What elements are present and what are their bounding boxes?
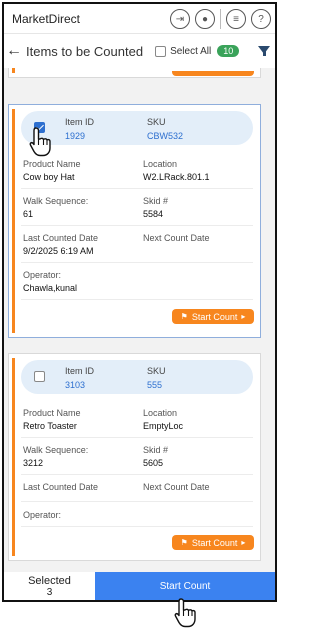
divider [21, 474, 253, 475]
sku-label: SKU [147, 117, 166, 127]
chevron-right-icon: ▸ [241, 312, 246, 321]
play-icon: ⚑ [180, 312, 188, 321]
walk-sequence-value: 3212 [23, 458, 44, 468]
page-title: Items to be Counted [26, 43, 144, 59]
next-count-label: Next Count Date [143, 233, 210, 243]
location-value: W2.LRack.801.1 [143, 172, 210, 182]
card-accent [12, 109, 15, 333]
select-all[interactable]: Select All 10 [155, 45, 240, 57]
item-count-badge: 10 [217, 45, 240, 57]
chevron-right-icon: ▸ [241, 538, 246, 547]
sku-label: SKU [147, 366, 166, 376]
next-count-label: Next Count Date [143, 482, 210, 492]
back-arrow-icon[interactable]: ← [6, 43, 22, 59]
start-count-main-button[interactable]: Start Count [95, 572, 275, 600]
start-count-button[interactable]: ⚑ Start Count ▸ [172, 309, 254, 324]
divider [21, 188, 253, 189]
walk-sequence-label: Walk Sequence: [23, 445, 89, 455]
bottom-action-bar: Selected 3 Start Count [4, 572, 275, 600]
start-count-button[interactable]: ⚑ Start Count ▸ [172, 535, 254, 550]
start-count-button-partial[interactable] [172, 71, 254, 76]
card-header: Item ID 1929 SKU CBW532 [21, 111, 253, 145]
operator-value: Chawla,kunal [23, 283, 78, 293]
item-id-label: Item ID [65, 366, 95, 376]
list-card-partial [8, 68, 261, 78]
divider [21, 225, 253, 226]
sign-in-icon[interactable]: ⇥ [170, 9, 190, 29]
skid-label: Skid # [143, 196, 169, 206]
divider [21, 437, 253, 438]
item-id-value: 1929 [65, 131, 86, 141]
page-header: ← Items to be Counted Select All 10 [4, 35, 275, 67]
select-all-checkbox[interactable] [155, 45, 167, 57]
start-count-label: Start Count [191, 311, 238, 322]
help-icon[interactable]: ? [251, 9, 271, 29]
card-header: Item ID 3103 SKU 555 [21, 360, 253, 394]
sku-value: CBW532 [147, 131, 184, 141]
skid-label: Skid # [143, 445, 169, 455]
selected-summary: Selected 3 [4, 572, 95, 600]
app-window: MarketDirect ⇥ ● ≡ ? ← Items to be Count… [2, 2, 277, 602]
product-name-label: Product Name [23, 159, 81, 169]
skid-value: 5605 [143, 458, 164, 468]
location-label: Location [143, 408, 178, 418]
divider [21, 262, 253, 263]
start-count-label: Start Count [191, 537, 238, 548]
divider [21, 501, 253, 502]
card-accent [12, 68, 15, 73]
list-card[interactable]: Item ID 3103 SKU 555 Product Name Retro … [8, 353, 261, 561]
product-name-value: Retro Toaster [23, 421, 77, 431]
hand-cursor-icon [174, 598, 196, 628]
item-id-value: 3103 [65, 380, 86, 390]
last-counted-value: 9/2/2025 6:19 AM [23, 246, 94, 256]
divider [21, 526, 253, 527]
selected-label: Selected [28, 575, 71, 587]
walk-sequence-value: 61 [23, 209, 34, 219]
skid-value: 5584 [143, 209, 164, 219]
app-bar-actions: ⇥ ● ≡ ? [170, 9, 271, 29]
last-counted-label: Last Counted Date [23, 482, 99, 492]
location-value: EmptyLoc [143, 421, 184, 431]
operator-label: Operator: [23, 510, 62, 520]
location-label: Location [143, 159, 178, 169]
select-all-label: Select All [170, 45, 212, 57]
hand-cursor-icon [29, 127, 51, 157]
play-icon: ⚑ [180, 538, 188, 547]
app-bar: MarketDirect ⇥ ● ≡ ? [4, 4, 275, 34]
product-name-value: Cow boy Hat [23, 172, 75, 182]
card-accent [12, 358, 15, 556]
item-id-label: Item ID [65, 117, 95, 127]
walk-sequence-label: Walk Sequence: [23, 196, 89, 206]
card-select-checkbox[interactable] [34, 371, 45, 382]
app-title: MarketDirect [12, 11, 81, 26]
filter-icon[interactable] [258, 46, 270, 56]
divider [220, 9, 221, 29]
product-name-label: Product Name [23, 408, 81, 418]
selected-count: 3 [46, 587, 53, 598]
last-counted-label: Last Counted Date [23, 233, 99, 243]
sku-value: 555 [147, 380, 163, 390]
operator-label: Operator: [23, 270, 62, 280]
list-icon[interactable]: ≡ [226, 9, 246, 29]
divider [21, 299, 253, 300]
user-icon[interactable]: ● [195, 9, 215, 29]
